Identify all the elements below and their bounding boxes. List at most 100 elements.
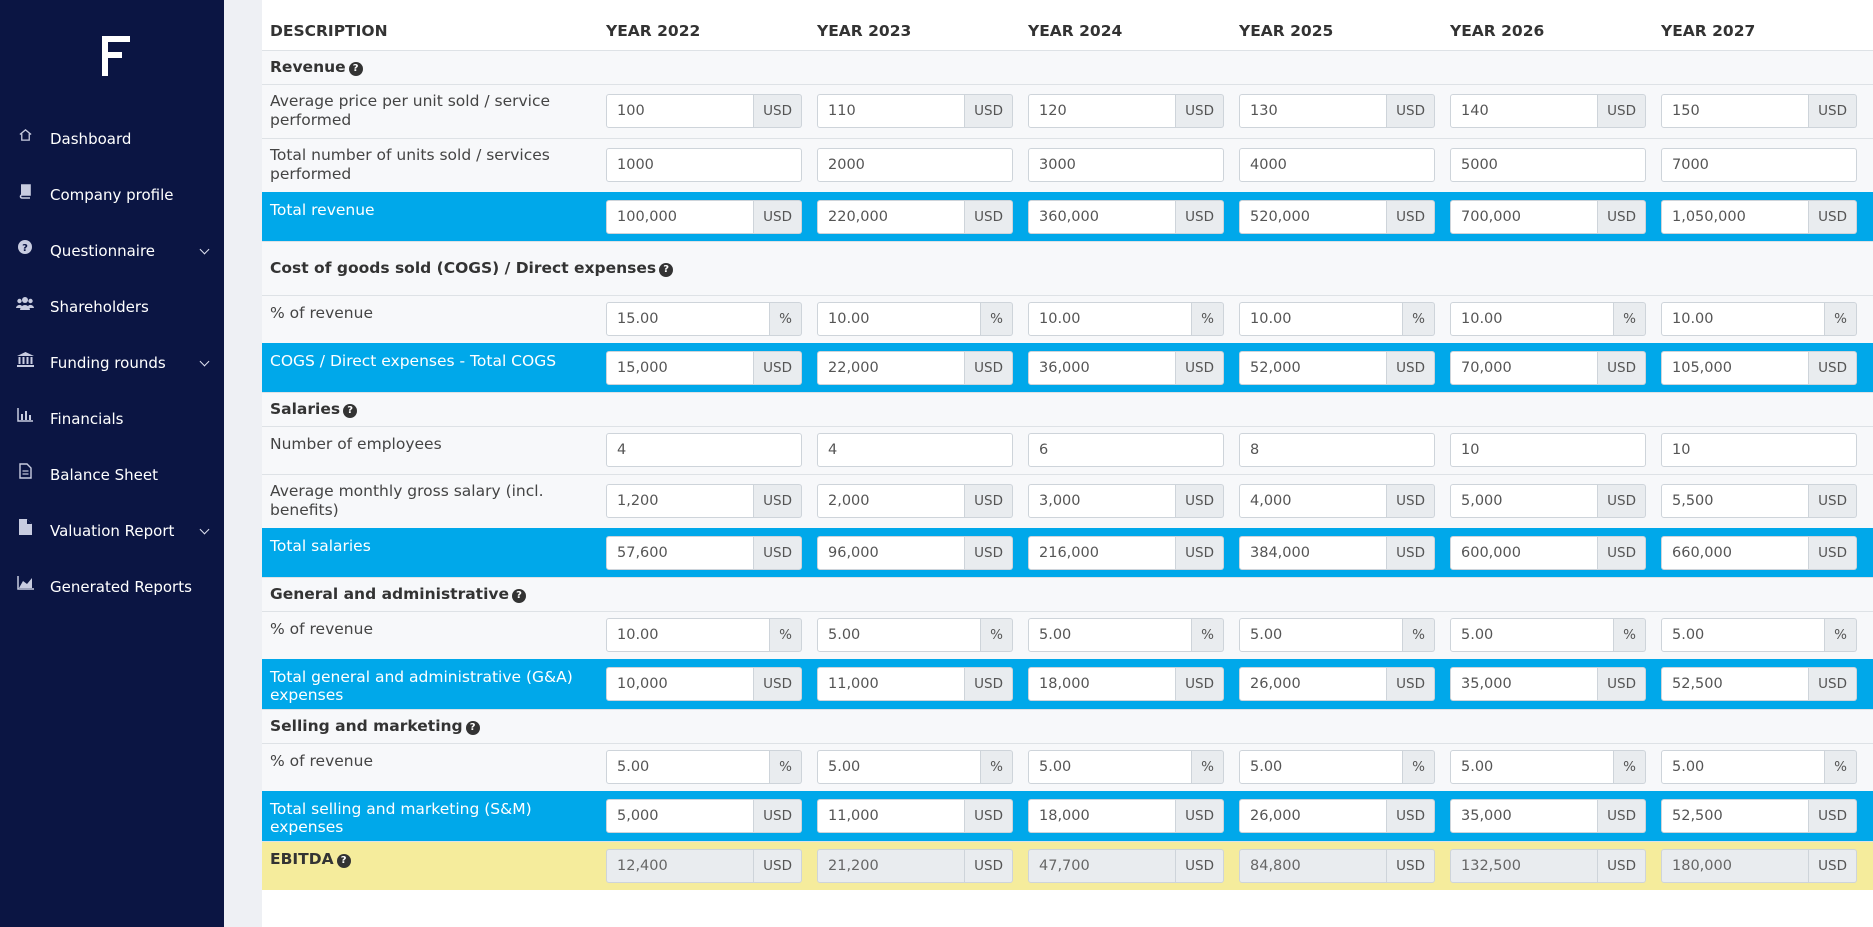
sidebar-item-generated-reports[interactable]: Generated Reports [0, 559, 224, 615]
sidebar-item-dashboard[interactable]: Dashboard [0, 111, 224, 167]
year-value-input[interactable] [1450, 148, 1646, 182]
sidebar-item-company-profile[interactable]: Company profile [0, 167, 224, 223]
year-value-input[interactable] [1239, 849, 1388, 884]
year-value-input[interactable] [1028, 302, 1193, 336]
year-value-input[interactable] [1450, 433, 1646, 467]
year-value-input[interactable] [1661, 350, 1810, 385]
year-value-input[interactable] [1450, 484, 1599, 518]
year-value-input[interactable] [1450, 302, 1615, 336]
logo[interactable] [102, 36, 136, 80]
year-value-input[interactable] [817, 302, 982, 336]
year-value-input[interactable] [1028, 350, 1177, 385]
year-value-input[interactable] [606, 484, 755, 518]
year-value-input[interactable] [1028, 849, 1177, 884]
year-value-input[interactable] [1239, 350, 1388, 385]
year-value-input[interactable] [817, 799, 966, 834]
year-value-input[interactable] [606, 148, 802, 182]
year-value-input[interactable] [1450, 94, 1599, 128]
year-value-input[interactable] [817, 199, 966, 234]
help-icon[interactable]: ? [343, 403, 358, 418]
year-value-input[interactable] [606, 618, 771, 652]
sidebar-item-financials[interactable]: Financials [0, 391, 224, 447]
value-cell: USD [1653, 83, 1873, 138]
year-value-input[interactable] [1239, 484, 1388, 518]
help-icon[interactable]: ? [465, 720, 480, 735]
help-icon[interactable]: ? [336, 853, 351, 868]
year-value-input[interactable] [817, 484, 966, 518]
year-value-input[interactable] [606, 302, 771, 336]
year-value-input[interactable] [1028, 484, 1177, 518]
year-value-input[interactable] [1661, 433, 1857, 467]
year-value-input[interactable] [606, 199, 755, 234]
year-value-input[interactable] [1661, 148, 1857, 182]
year-value-input[interactable] [1661, 667, 1810, 702]
year-value-input[interactable] [817, 535, 966, 570]
year-value-input[interactable] [1661, 94, 1810, 128]
year-value-input[interactable] [1028, 433, 1224, 467]
year-value-input[interactable] [817, 667, 966, 702]
year-value-input[interactable] [1450, 849, 1599, 884]
value-input-group: % [1028, 750, 1224, 785]
year-value-input[interactable] [1028, 94, 1177, 128]
value-cell: USD [1020, 527, 1231, 577]
year-value-input[interactable] [606, 535, 755, 570]
sidebar-item-balance-sheet[interactable]: Balance Sheet [0, 447, 224, 503]
year-value-input[interactable] [606, 433, 802, 467]
year-value-input[interactable] [1661, 535, 1810, 570]
year-value-input[interactable] [817, 849, 966, 884]
year-value-input[interactable] [606, 667, 755, 702]
year-value-input[interactable] [1028, 618, 1193, 652]
year-value-input[interactable] [1450, 750, 1615, 785]
year-value-input[interactable] [1450, 350, 1599, 385]
year-value-input[interactable] [1661, 302, 1826, 336]
year-value-input[interactable] [1661, 799, 1810, 834]
year-value-input[interactable] [1239, 799, 1388, 834]
year-value-input[interactable] [1028, 667, 1177, 702]
year-value-input[interactable] [817, 750, 982, 785]
chevron-down-icon[interactable] [199, 356, 210, 367]
year-value-input[interactable] [1450, 535, 1599, 570]
sidebar-item-questionnaire[interactable]: ? Questionnaire [0, 223, 224, 279]
year-value-input[interactable] [1239, 535, 1388, 570]
year-value-input[interactable] [1239, 667, 1388, 702]
year-value-input[interactable] [1028, 799, 1177, 834]
sidebar-item-funding-rounds[interactable]: Funding rounds [0, 335, 224, 391]
year-value-input[interactable] [606, 750, 771, 785]
year-value-input[interactable] [817, 148, 1013, 182]
help-icon[interactable]: ? [512, 588, 527, 603]
sidebar-item-shareholders[interactable]: Shareholders [0, 279, 224, 335]
year-value-input[interactable] [1661, 849, 1810, 884]
year-value-input[interactable] [1661, 199, 1810, 234]
year-value-input[interactable] [1450, 199, 1599, 234]
year-value-input[interactable] [1661, 618, 1826, 652]
year-value-input[interactable] [1239, 433, 1435, 467]
year-value-input[interactable] [1028, 199, 1177, 234]
year-value-input[interactable] [1661, 750, 1826, 785]
year-value-input[interactable] [606, 350, 755, 385]
year-value-input[interactable] [817, 94, 966, 128]
sidebar-item-valuation-report[interactable]: Valuation Report [0, 503, 224, 559]
year-value-input[interactable] [817, 433, 1013, 467]
chevron-down-icon[interactable] [199, 524, 210, 535]
year-value-input[interactable] [606, 849, 755, 884]
help-icon[interactable]: ? [659, 262, 674, 277]
chevron-down-icon[interactable] [199, 244, 210, 255]
year-value-input[interactable] [1239, 148, 1435, 182]
year-value-input[interactable] [1028, 148, 1224, 182]
year-value-input[interactable] [1028, 750, 1193, 785]
year-value-input[interactable] [1450, 667, 1599, 702]
year-value-input[interactable] [817, 350, 966, 385]
year-value-input[interactable] [1450, 618, 1615, 652]
year-value-input[interactable] [606, 799, 755, 834]
year-value-input[interactable] [817, 618, 982, 652]
year-value-input[interactable] [1239, 618, 1404, 652]
year-value-input[interactable] [1661, 484, 1810, 518]
year-value-input[interactable] [1028, 535, 1177, 570]
year-value-input[interactable] [606, 94, 755, 128]
help-icon[interactable]: ? [348, 61, 363, 76]
year-value-input[interactable] [1239, 302, 1404, 336]
year-value-input[interactable] [1239, 199, 1388, 234]
year-value-input[interactable] [1239, 750, 1404, 785]
year-value-input[interactable] [1450, 799, 1599, 834]
year-value-input[interactable] [1239, 94, 1388, 128]
